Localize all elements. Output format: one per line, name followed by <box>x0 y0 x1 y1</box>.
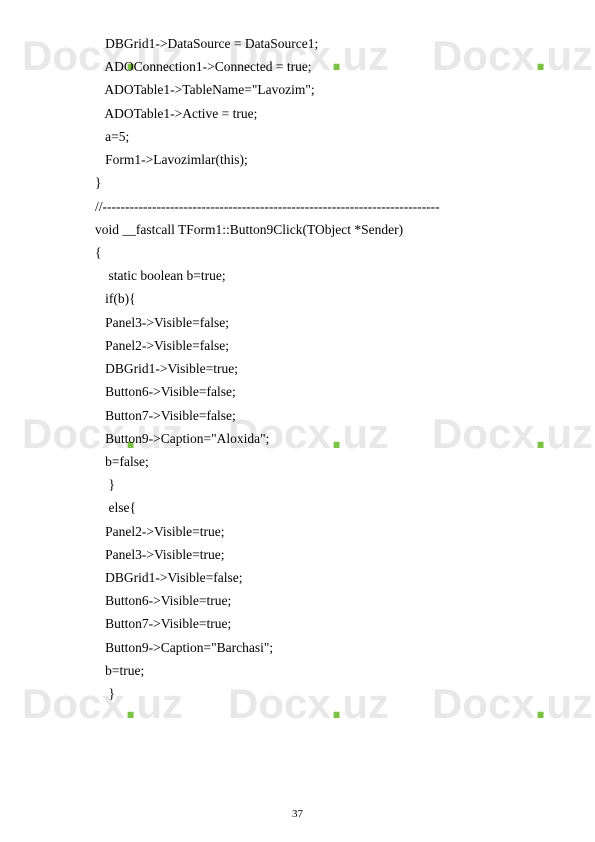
code-line: ADOConnection1->Connected = true; <box>95 55 525 78</box>
code-line: DBGrid1->DataSource = DataSource1; <box>95 32 525 55</box>
code-line: //--------------------------------------… <box>95 195 525 218</box>
code-line: Button6->Visible=false; <box>95 380 525 403</box>
code-line: Panel2->Visible=true; <box>95 520 525 543</box>
page-number: 37 <box>0 808 595 820</box>
code-line: Button6->Visible=true; <box>95 589 525 612</box>
code-line: static boolean b=true; <box>95 264 525 287</box>
code-line: Button9->Caption="Aloxida"; <box>95 427 525 450</box>
code-line: DBGrid1->Visible=true; <box>95 357 525 380</box>
document-body: DBGrid1->DataSource = DataSource1; ADOCo… <box>0 0 595 725</box>
code-line: Panel2->Visible=false; <box>95 334 525 357</box>
code-line: ADOTable1->Active = true; <box>95 102 525 125</box>
code-line: if(b){ <box>95 287 525 310</box>
code-line: Panel3->Visible=true; <box>95 543 525 566</box>
code-line: Form1->Lavozimlar(this); <box>95 148 525 171</box>
code-line: { <box>95 241 525 264</box>
code-line: } <box>95 682 525 705</box>
code-line: Button9->Caption="Barchasi"; <box>95 636 525 659</box>
code-line: b=true; <box>95 659 525 682</box>
code-line: b=false; <box>95 450 525 473</box>
code-line: } <box>95 473 525 496</box>
code-line: a=5; <box>95 125 525 148</box>
code-line: Panel3->Visible=false; <box>95 311 525 334</box>
code-line: else{ <box>95 496 525 519</box>
code-line: Button7->Visible=false; <box>95 404 525 427</box>
code-line: ADOTable1->TableName="Lavozim"; <box>95 78 525 101</box>
code-line: DBGrid1->Visible=false; <box>95 566 525 589</box>
code-line: Button7->Visible=true; <box>95 612 525 635</box>
code-line: void __fastcall TForm1::Button9Click(TOb… <box>95 218 525 241</box>
code-line: } <box>95 171 525 194</box>
